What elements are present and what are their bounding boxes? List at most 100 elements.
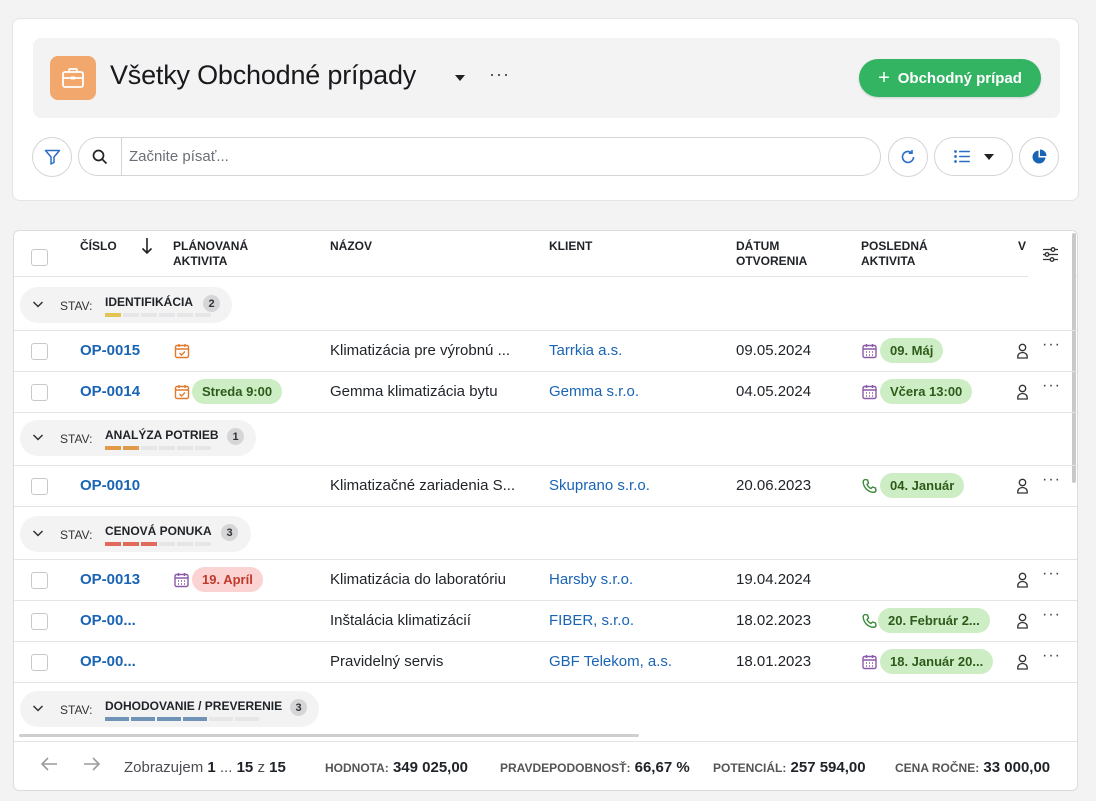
deal-client[interactable]: Gemma s.r.o. <box>549 383 639 400</box>
table-row[interactable]: OP-0010 Klimatizačné zariadenia S... Sku… <box>14 466 1077 507</box>
deal-client[interactable]: Harsby s.r.o. <box>549 571 633 588</box>
deal-client[interactable]: FIBER, s.r.o. <box>549 612 634 629</box>
deal-number[interactable]: OP-0010 <box>80 477 140 494</box>
table-row[interactable]: OP-00... Inštalácia klimatizácií FIBER, … <box>14 601 1077 642</box>
cena-value: 33 000,00 <box>983 759 1051 776</box>
column-posledna-line1: Posledná <box>861 239 928 253</box>
planned-activity-badge[interactable]: Streda 9:00 <box>192 379 283 404</box>
column-klient[interactable]: Klient <box>549 239 592 254</box>
title-dropdown-icon[interactable] <box>455 75 465 81</box>
column-truncated[interactable]: V <box>1018 239 1026 254</box>
table-row[interactable]: OP-0014 Streda 9:00 Gemma klimatizácia b… <box>14 372 1077 413</box>
row-more-button[interactable]: ··· <box>1042 606 1061 624</box>
deal-name[interactable]: Inštalácia klimatizácií <box>330 612 471 629</box>
row-checkbox[interactable] <box>31 384 48 401</box>
chevron-down-icon <box>32 434 44 441</box>
table-footer: Zobrazujem 1 ... 15 z 15 HODNOTA: 349 02… <box>14 741 1077 790</box>
deal-number[interactable]: OP-0014 <box>80 383 140 400</box>
hodnota-value: 349 025,00 <box>392 759 469 776</box>
calendar-icon[interactable] <box>174 572 189 588</box>
row-checkbox[interactable] <box>31 478 48 495</box>
column-nazov[interactable]: Názov <box>330 239 372 254</box>
group-stav-label: STAV: <box>60 432 93 446</box>
view-mode-button[interactable] <box>934 137 1013 176</box>
column-datum-otvorenia[interactable]: Dátum otvorenia <box>736 239 807 269</box>
table-row[interactable]: OP-0013 19. Apríl Klimatizácia do labora… <box>14 560 1077 601</box>
deal-name[interactable]: Klimatizácia pre výrobnú ... <box>330 342 510 359</box>
chart-button[interactable] <box>1019 137 1059 177</box>
column-cislo[interactable]: Číslo <box>80 239 117 254</box>
calendar-check-icon[interactable] <box>174 343 190 359</box>
page-title[interactable]: Všetky Obchodné prípady <box>110 60 416 91</box>
chevron-down-icon <box>983 153 994 160</box>
planned-activity-badge[interactable]: 19. Apríl <box>192 567 263 592</box>
group-toggle[interactable]: STAV: ANALÝZA POTRIEB 1 <box>20 420 256 456</box>
deal-date: 04.05.2024 <box>736 383 812 400</box>
column-settings-button[interactable] <box>1028 231 1073 277</box>
deal-name[interactable]: Gemma klimatizácia bytu <box>330 383 498 400</box>
column-datum-line2: otvorenia <box>736 254 808 268</box>
range-of: z <box>257 759 265 776</box>
deal-name[interactable]: Klimatizácia do laboratóriu <box>330 571 506 588</box>
last-activity-badge[interactable]: 18. Január 20... <box>880 649 994 674</box>
deal-date: 09.05.2024 <box>736 342 812 359</box>
group-toggle[interactable]: STAV: DOHODOVANIE / PREVERENIE 3 <box>20 691 319 727</box>
more-options-button[interactable]: ··· <box>489 64 510 85</box>
arrow-left-icon[interactable] <box>40 756 58 772</box>
group-analyza-potrieb: STAV: ANALÝZA POTRIEB 1 <box>14 413 1077 466</box>
arrow-right-icon[interactable] <box>83 756 101 772</box>
deal-client[interactable]: Tarrkia a.s. <box>549 342 622 359</box>
select-all-checkbox[interactable] <box>31 249 48 266</box>
deal-number[interactable]: OP-0015 <box>80 342 140 359</box>
row-checkbox[interactable] <box>31 572 48 589</box>
table-header: Číslo Plánovaná aktivita Názov Klient Dá… <box>14 231 1077 277</box>
list-icon <box>953 150 970 163</box>
group-count-badge: 1 <box>227 428 244 445</box>
last-activity-badge[interactable]: 04. Január <box>880 473 965 498</box>
column-posledna-aktivita[interactable]: Posledná aktivita <box>861 239 928 269</box>
row-checkbox[interactable] <box>31 613 48 630</box>
user-icon <box>1017 478 1028 494</box>
search-input[interactable] <box>123 138 863 175</box>
deal-name[interactable]: Klimatizačné zariadenia S... <box>330 477 515 494</box>
last-activity-badge[interactable]: 09. Máj <box>880 338 944 363</box>
user-icon <box>1017 384 1028 400</box>
row-more-button[interactable]: ··· <box>1042 471 1061 489</box>
last-activity-badge[interactable]: 20. Február 2... <box>878 608 990 633</box>
add-deal-button[interactable]: + Obchodný prípad <box>859 59 1041 97</box>
row-checkbox[interactable] <box>31 654 48 671</box>
calendar-check-icon[interactable] <box>174 384 190 400</box>
user-icon <box>1017 572 1028 588</box>
row-more-button[interactable]: ··· <box>1042 336 1061 354</box>
pravdepodobnost-label: PRAVDEPODOBNOSŤ: <box>500 761 631 775</box>
deal-name[interactable]: Pravidelný servis <box>330 653 443 670</box>
row-checkbox[interactable] <box>31 343 48 360</box>
row-more-button[interactable]: ··· <box>1042 647 1061 665</box>
deal-date: 19.04.2024 <box>736 571 812 588</box>
refresh-button[interactable] <box>888 137 928 177</box>
group-toggle[interactable]: STAV: CENOVÁ PONUKA 3 <box>20 516 251 552</box>
last-activity-badge[interactable]: Včera 13:00 <box>880 379 973 404</box>
table-row[interactable]: OP-0015 Klimatizácia pre výrobnú ... Tar… <box>14 331 1077 372</box>
deal-number[interactable]: OP-00... <box>80 653 136 670</box>
range-ellipsis: ... <box>219 759 233 776</box>
row-more-button[interactable]: ··· <box>1042 565 1061 583</box>
deal-number[interactable]: OP-00... <box>80 612 136 629</box>
calendar-icon <box>862 655 877 670</box>
group-count-badge: 3 <box>290 699 307 716</box>
deal-client[interactable]: Skuprano s.r.o. <box>549 477 650 494</box>
horizontal-scrollbar[interactable] <box>19 734 639 737</box>
filter-icon <box>44 149 60 165</box>
user-icon <box>1017 613 1028 629</box>
deal-number[interactable]: OP-0013 <box>80 571 140 588</box>
row-more-button[interactable]: ··· <box>1042 377 1061 395</box>
table-row[interactable]: OP-00... Pravidelný servis GBF Telekom, … <box>14 642 1077 683</box>
group-toggle[interactable]: STAV: IDENTIFIKÁCIA 2 <box>20 287 232 323</box>
filter-button[interactable] <box>32 137 72 177</box>
sort-down-icon[interactable] <box>141 237 153 255</box>
deal-client[interactable]: GBF Telekom, a.s. <box>549 653 672 670</box>
search-icon <box>79 138 122 175</box>
column-planovana-aktivita[interactable]: Plánovaná aktivita <box>173 239 248 269</box>
group-count-badge: 3 <box>221 524 238 541</box>
showing-label: Zobrazujem <box>124 759 204 776</box>
